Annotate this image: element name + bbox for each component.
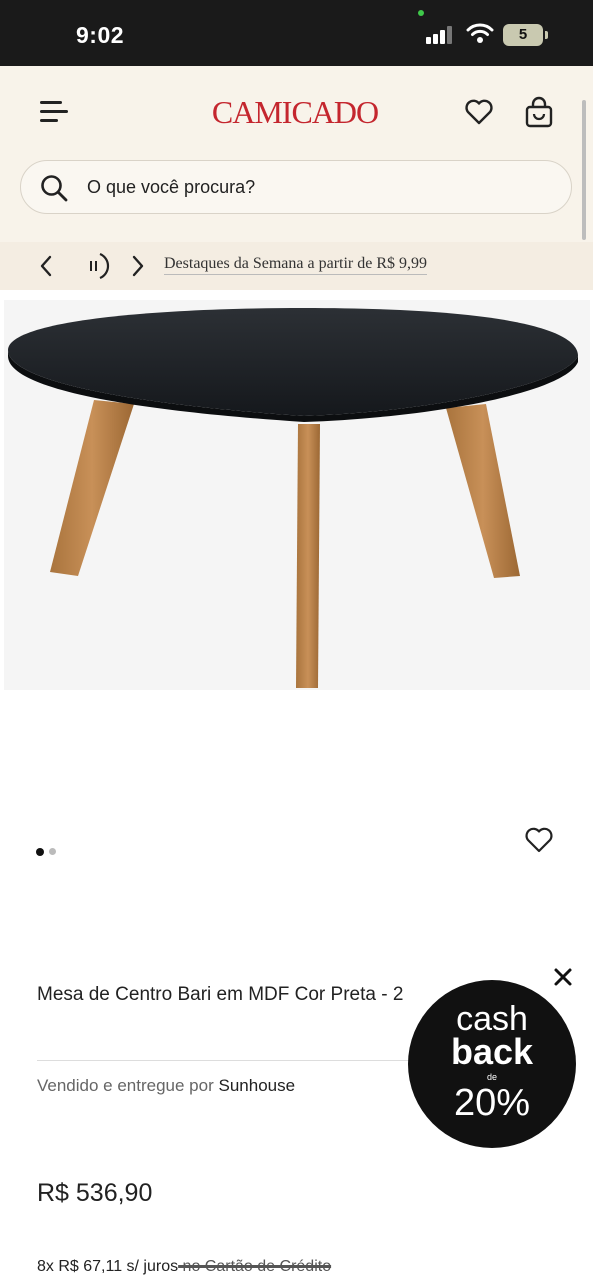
wifi-icon	[466, 23, 494, 43]
carousel-dots[interactable]	[36, 848, 66, 856]
installments-info: 8x R$ 67,11 s/ juros no Cartão de Crédit…	[37, 1258, 331, 1276]
promo-link[interactable]: Destaques da Semana a partir de R$ 9,99	[164, 255, 428, 275]
cashback-line2: back	[450, 1031, 534, 1072]
seller-label: Vendido e entregue por	[37, 1076, 214, 1095]
product-price: R$ 536,90	[37, 1179, 153, 1207]
status-time: 9:02	[76, 22, 125, 48]
carousel-dot-active[interactable]	[36, 848, 44, 856]
bag-icon[interactable]	[524, 96, 554, 128]
battery-tip	[545, 31, 548, 39]
search-input[interactable]: O que você procura?	[20, 160, 572, 214]
chevron-left-icon[interactable]	[38, 254, 54, 278]
status-bar: 9:02 5	[0, 0, 593, 66]
battery-icon: 5	[503, 24, 543, 46]
menu-icon[interactable]	[40, 101, 68, 123]
camicado-logo[interactable]: CAMICADO	[200, 92, 390, 132]
seller-info: Vendido e entregue por Sunhouse	[37, 1076, 295, 1096]
mic-indicator-dot	[418, 10, 424, 16]
carousel-dot[interactable]	[49, 848, 56, 855]
product-title: Mesa de Centro Bari em MDF Cor Preta - 2	[37, 984, 404, 1005]
installments-suffix: no Cartão de Crédito	[178, 1258, 332, 1275]
page-scrollbar[interactable]	[582, 100, 586, 240]
heart-icon[interactable]	[464, 98, 494, 126]
search-placeholder: O que você procura?	[87, 177, 256, 197]
product-image[interactable]	[4, 300, 590, 690]
chevron-right-icon[interactable]	[130, 254, 146, 278]
seller-name[interactable]: Sunhouse	[219, 1076, 296, 1095]
pause-icon[interactable]	[82, 250, 112, 282]
cashback-badge[interactable]: cash back de 20%	[408, 980, 576, 1148]
search-icon	[41, 175, 68, 202]
cashback-line3: de	[486, 1072, 497, 1082]
table-illustration	[8, 308, 578, 688]
close-icon[interactable]	[552, 966, 574, 988]
installments-text: 8x R$ 67,11 s/ juros	[37, 1258, 179, 1275]
favorite-heart-icon[interactable]	[524, 826, 554, 854]
promo-bar: Destaques da Semana a partir de R$ 9,99	[0, 242, 593, 290]
divider	[37, 1060, 417, 1061]
signal-icon	[426, 26, 454, 44]
cashback-percent: 20%	[453, 1082, 531, 1124]
